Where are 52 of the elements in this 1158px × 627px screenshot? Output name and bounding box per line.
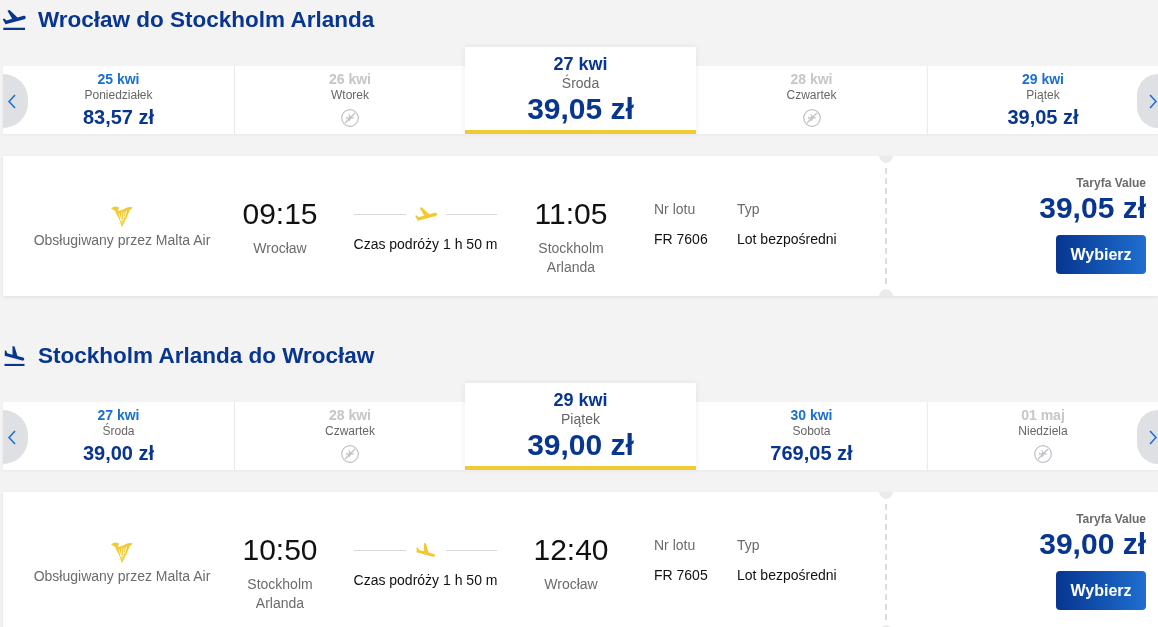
chevron-right-icon <box>1149 93 1157 109</box>
chevron-left-icon <box>8 93 16 109</box>
flight-number: FR 7606 <box>654 230 708 249</box>
flight-type-label: Typ <box>737 536 760 555</box>
plane-icon <box>414 543 437 557</box>
route-title: Stockholm Arlanda do Wrocław <box>38 343 375 369</box>
fare-price: 39,05 zł <box>1039 191 1146 225</box>
date-tab[interactable]: 29 kwi Piątek 39,00 zł <box>465 383 696 470</box>
crossed-plane-icon <box>341 109 359 127</box>
departure-city: Wrocław <box>253 239 307 258</box>
operator-text: Obsługiwany przez Malta Air <box>33 567 211 586</box>
date-tab[interactable]: 29 kwi Piątek 39,05 zł <box>927 66 1158 134</box>
crossed-plane-icon <box>802 109 821 127</box>
arrival-city: Stockholm Arlanda <box>538 239 604 277</box>
arrival-time: 12:40 <box>533 533 609 567</box>
harp-icon <box>110 204 134 228</box>
departure-time: 09:15 <box>242 197 318 231</box>
arrival-time: 11:05 <box>534 197 608 231</box>
date-tab[interactable]: 01 maj Niedziela <box>927 402 1158 470</box>
date-tab[interactable]: 27 kwi Środa 39,05 zł <box>465 47 696 134</box>
flight-number-label: Nr lotu <box>654 536 696 555</box>
crossed-plane-icon <box>341 445 359 463</box>
departure-time: 10:50 <box>242 533 318 567</box>
chevron-right-icon <box>1149 429 1157 445</box>
date-tab[interactable]: 30 kwi Sobota 769,05 zł <box>696 402 927 470</box>
duration-text: Czas podróży 1 h 50 m <box>353 571 498 590</box>
chevron-left-icon <box>8 429 16 445</box>
departure-city: Stockholm Arlanda <box>247 575 313 613</box>
duration-text: Czas podróży 1 h 50 m <box>353 235 498 254</box>
harp-icon <box>110 540 134 564</box>
flight-type-label: Typ <box>737 200 760 219</box>
operator-text: Obsługiwany przez Malta Air <box>33 231 211 250</box>
arrival-city: Wrocław <box>544 575 598 594</box>
landing-icon <box>3 346 26 366</box>
date-tab[interactable]: 28 kwi Czwartek <box>234 402 465 470</box>
fare-price: 39,00 zł <box>1039 527 1146 561</box>
flight-type: Lot bezpośredni <box>737 566 837 585</box>
route-title: Wrocław do Stockholm Arlanda <box>38 7 375 33</box>
date-tab[interactable]: 26 kwi Wtorek <box>234 66 465 134</box>
flight-number-label: Nr lotu <box>654 200 696 219</box>
flight-type: Lot bezpośredni <box>737 230 837 249</box>
date-tab[interactable]: 25 kwi Poniedziałek 83,57 zł <box>3 66 234 134</box>
select-button[interactable]: Wybierz <box>1056 235 1146 274</box>
fare-label: Taryfa Value <box>1076 175 1146 191</box>
flight-number: FR 7605 <box>654 566 708 585</box>
plane-icon <box>414 207 437 221</box>
date-tab[interactable]: 27 kwi Środa 39,00 zł <box>3 402 234 470</box>
fare-label: Taryfa Value <box>1076 511 1146 527</box>
date-tab[interactable]: 28 kwi Czwartek <box>696 66 927 134</box>
select-button[interactable]: Wybierz <box>1056 571 1146 610</box>
takeoff-icon <box>3 10 26 30</box>
crossed-plane-icon <box>1034 445 1052 463</box>
